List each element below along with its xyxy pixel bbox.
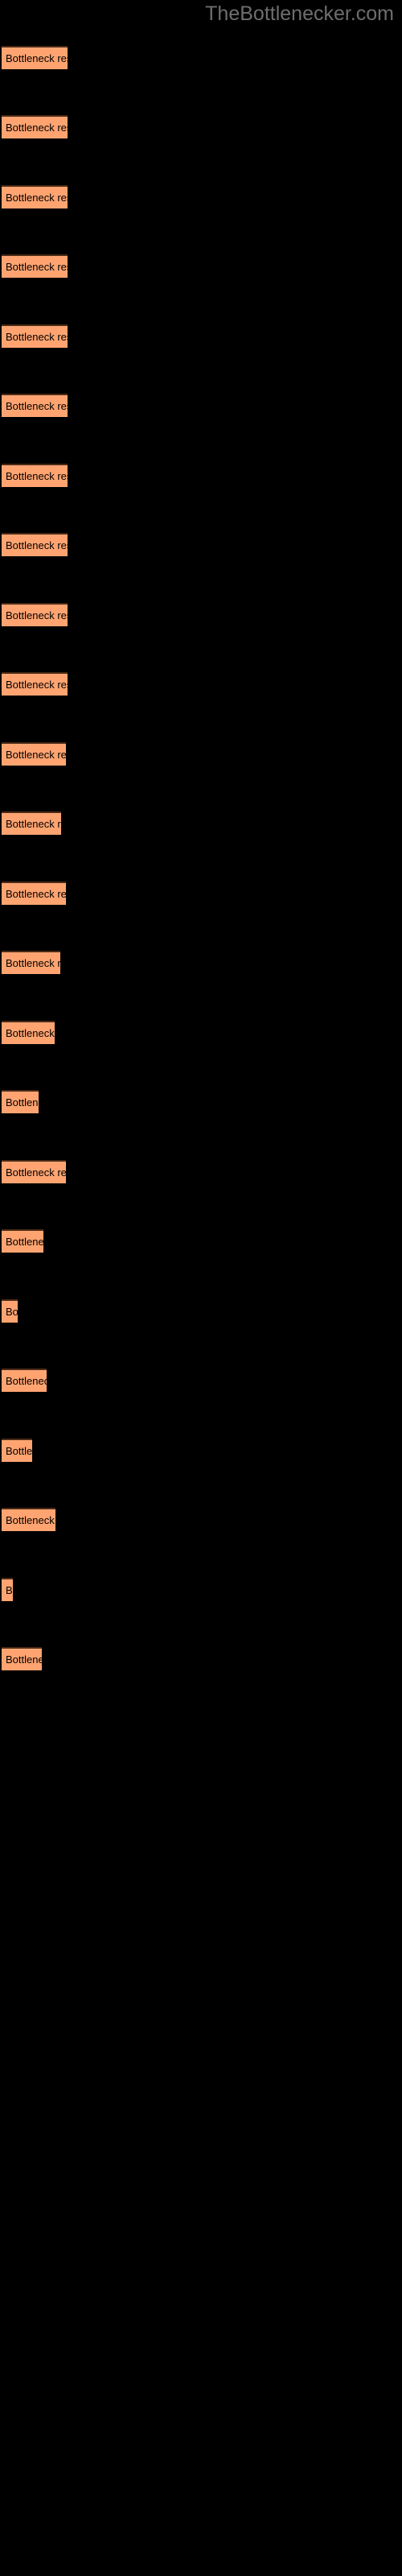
bar-rect[interactable]: Bottleneck result <box>2 1090 39 1113</box>
bar-label: Bottleneck result <box>6 1027 55 1039</box>
bar-label: Bottleneck result <box>6 1166 66 1179</box>
bar-label: Bottleneck result <box>6 1375 47 1387</box>
bar-label: Bottleneck result <box>6 539 68 551</box>
bar-label: Bottleneck result <box>6 1514 55 1526</box>
bar-label: Bottleneck result <box>6 1236 43 1248</box>
bar-rect[interactable]: Bottleneck result <box>2 254 68 278</box>
bar-label: Bottleneck result <box>6 1584 13 1596</box>
bar-label: Bottleneck result <box>6 1445 32 1457</box>
bar-label: Bottleneck result <box>6 1653 42 1666</box>
bar-rect[interactable]: Bottleneck result <box>2 1508 55 1531</box>
bar-label: Bottleneck result <box>6 679 68 691</box>
bar-label: Bottleneck result <box>6 400 68 412</box>
bar-rect[interactable]: Bottleneck result <box>2 742 66 766</box>
bottleneck-bar-chart: TheBottlenecker.com Bottleneck resultBot… <box>0 0 402 2576</box>
bar-label: Bottleneck result <box>6 192 68 204</box>
bar-rect[interactable]: Bottleneck result <box>2 811 61 835</box>
bar-series-container: Bottleneck result Bottleneck result Bottle… <box>0 0 402 2576</box>
bar-label: Bottleneck result <box>6 749 66 761</box>
bar-label: Bottleneck result <box>6 888 66 900</box>
bar-label: Bottleneck result <box>6 470 68 482</box>
bar-label: Bottleneck result <box>6 957 60 969</box>
bar-label: Bottleneck result <box>6 1096 39 1108</box>
bar-rect[interactable]: Bottleneck result <box>2 1160 66 1183</box>
bar-rect[interactable]: Bottleneck result <box>2 603 68 626</box>
bar-rect[interactable]: Bottleneck result <box>2 1647 42 1670</box>
bar-rect[interactable]: Bottleneck result <box>2 1439 32 1462</box>
bar-rect[interactable]: Bottleneck result <box>2 464 68 487</box>
bar-rect[interactable]: Bottleneck result <box>2 951 60 974</box>
bar-label: Bottleneck result <box>6 331 68 343</box>
bar-rect[interactable]: Bottleneck result <box>2 1021 55 1044</box>
bar-rect[interactable]: Bottleneck result <box>2 1578 13 1601</box>
bar-rect[interactable]: Bottleneck result <box>2 881 66 905</box>
bar-rect[interactable]: Bottleneck result <box>2 324 68 348</box>
bar-rect[interactable]: Bottleneck result <box>2 533 68 556</box>
bar-label: Bottleneck result <box>6 609 68 621</box>
bar-rect[interactable]: Bottleneck result <box>2 1229 43 1253</box>
bar-rect[interactable]: Bottleneck result <box>2 1299 18 1323</box>
bar-rect[interactable]: Bottleneck result <box>2 115 68 138</box>
bar-rect[interactable]: Bottleneck result <box>2 46 68 69</box>
bar-label: Bottleneck result <box>6 1306 18 1318</box>
bar-label: Bottleneck result <box>6 261 68 273</box>
bar-rect[interactable]: Bottleneck result <box>2 1368 47 1392</box>
bar-rect[interactable]: Bottleneck result <box>2 672 68 696</box>
bar-label: Bottleneck result <box>6 52 68 64</box>
bar-label: Bottleneck result <box>6 818 61 830</box>
bar-rect[interactable]: Bottleneck result <box>2 394 68 417</box>
bar-rect[interactable]: Bottleneck result <box>2 185 68 208</box>
bar-label: Bottleneck result <box>6 122 68 134</box>
